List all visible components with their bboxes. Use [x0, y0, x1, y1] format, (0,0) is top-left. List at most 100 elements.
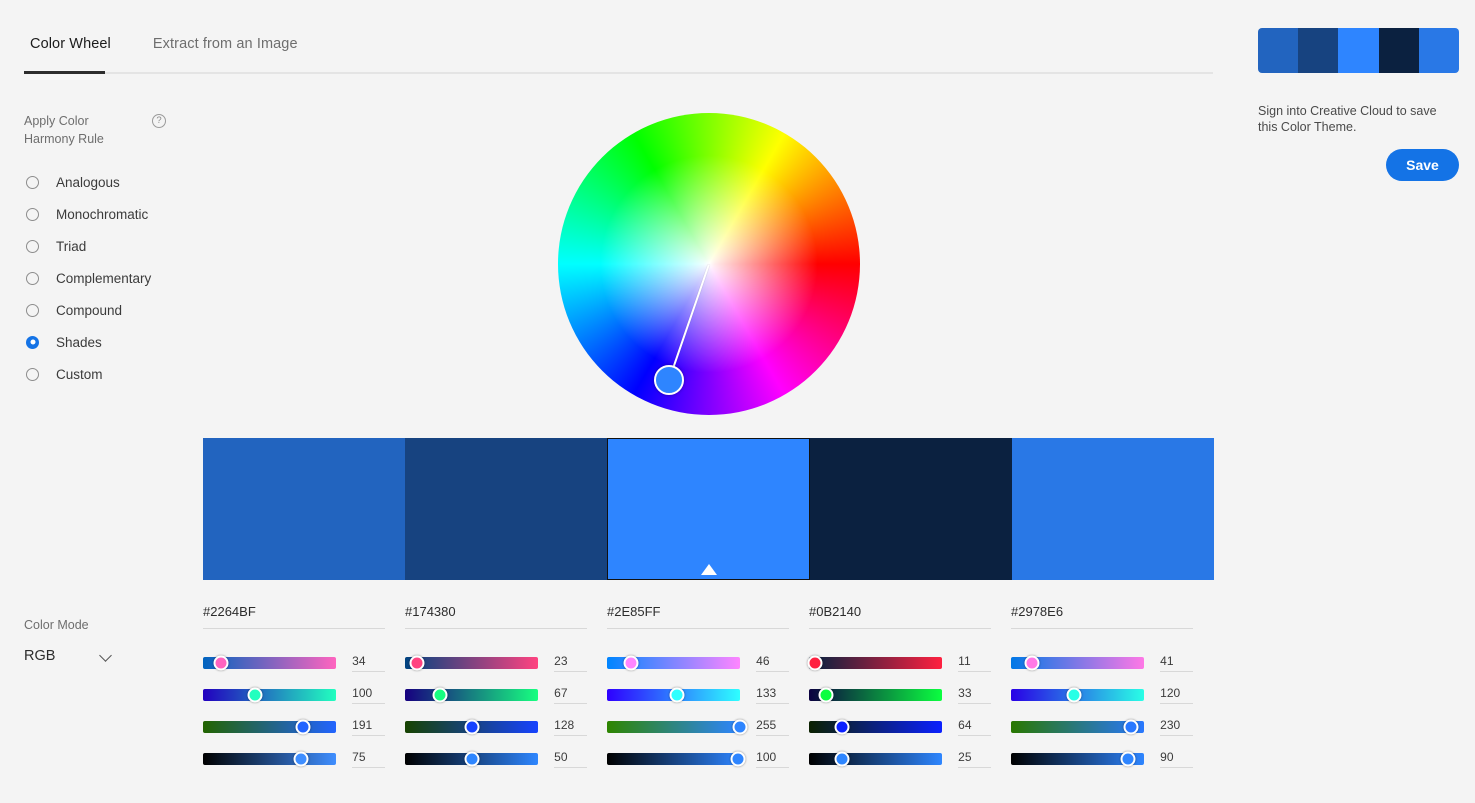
slider-handle-b[interactable] — [834, 719, 850, 735]
slider-handle-r[interactable] — [409, 655, 425, 671]
slider-handle-b[interactable] — [1123, 719, 1139, 735]
slider-track-b[interactable] — [809, 719, 943, 735]
hex-input[interactable]: #0B2140 — [809, 604, 991, 629]
swatch-0b2140[interactable] — [809, 438, 1012, 580]
slider-row-k: 100 — [607, 743, 789, 775]
slider-handle-r[interactable] — [1024, 655, 1040, 671]
harmony-option-label: Shades — [56, 334, 102, 350]
slider-value-r[interactable]: 34 — [352, 654, 385, 672]
slider-value-r[interactable]: 23 — [554, 654, 587, 672]
slider-handle-g[interactable] — [1066, 687, 1082, 703]
slider-handle-g[interactable] — [818, 687, 834, 703]
slider-value-g[interactable]: 120 — [1160, 686, 1193, 704]
slider-track-k[interactable] — [607, 751, 745, 767]
harmony-option-compound[interactable]: Compound — [24, 294, 254, 326]
slider-handle-k[interactable] — [1120, 751, 1136, 767]
radio-icon — [26, 303, 39, 317]
harmony-option-custom[interactable]: Custom — [24, 358, 254, 390]
tab-extract-from-an-image[interactable]: Extract from an Image — [147, 36, 304, 68]
slider-row-g: 67 — [405, 679, 587, 711]
slider-track-b[interactable] — [607, 719, 748, 735]
slider-track-r[interactable] — [1011, 655, 1145, 671]
slider-value-g[interactable]: 100 — [352, 686, 385, 704]
slider-handle-r[interactable] — [623, 655, 639, 671]
harmony-option-shades[interactable]: Shades — [24, 326, 254, 358]
slider-value-b[interactable]: 128 — [554, 718, 587, 736]
slider-value-k[interactable]: 25 — [958, 750, 991, 768]
slider-handle-b[interactable] — [295, 719, 311, 735]
slider-value-k[interactable]: 75 — [352, 750, 385, 768]
swatch-bar — [203, 438, 1215, 580]
harmony-option-complementary[interactable]: Complementary — [24, 262, 254, 294]
slider-track-g[interactable] — [1011, 687, 1145, 703]
save-button[interactable]: Save — [1386, 149, 1459, 181]
slider-handle-r[interactable] — [213, 655, 229, 671]
slider-handle-g[interactable] — [432, 687, 448, 703]
slider-value-r[interactable]: 41 — [1160, 654, 1193, 672]
slider-handle-g[interactable] — [669, 687, 685, 703]
swatch-2978e6[interactable] — [1011, 438, 1215, 580]
slider-track-k[interactable] — [1011, 751, 1145, 767]
tab-divider — [24, 72, 1213, 74]
slider-track-g[interactable] — [203, 687, 337, 703]
slider-track-b[interactable] — [1011, 719, 1145, 735]
slider-value-g[interactable]: 33 — [958, 686, 991, 704]
slider-row-r: 46 — [607, 647, 789, 679]
slider-handle-b[interactable] — [464, 719, 480, 735]
hex-input[interactable]: #2E85FF — [607, 604, 789, 629]
swatch-2264bf[interactable] — [203, 438, 406, 580]
hex-input[interactable]: #174380 — [405, 604, 587, 629]
slider-track-k[interactable] — [809, 751, 943, 767]
slider-track-k[interactable] — [405, 751, 539, 767]
harmony-option-monochromatic[interactable]: Monochromatic — [24, 198, 254, 230]
tab-color-wheel[interactable]: Color Wheel — [24, 36, 117, 68]
swatch-174380[interactable] — [405, 438, 608, 580]
harmony-option-label: Analogous — [56, 174, 120, 190]
slider-value-r[interactable]: 11 — [958, 654, 991, 672]
slider-row-r: 41 — [1011, 647, 1193, 679]
slider-value-b[interactable]: 230 — [1160, 718, 1193, 736]
slider-handle-k[interactable] — [834, 751, 850, 767]
slider-track-r[interactable] — [807, 655, 943, 671]
slider-handle-g[interactable] — [247, 687, 263, 703]
slider-value-g[interactable]: 133 — [756, 686, 789, 704]
slider-handle-k[interactable] — [293, 751, 309, 767]
slider-row-r: 34 — [203, 647, 385, 679]
slider-track-g[interactable] — [405, 687, 539, 703]
harmony-option-analogous[interactable]: Analogous — [24, 166, 254, 198]
slider-handle-r[interactable] — [807, 655, 823, 671]
slider-track-k[interactable] — [203, 751, 337, 767]
slider-track-r[interactable] — [405, 655, 539, 671]
color-mode-label: Color Mode — [24, 618, 89, 632]
slider-track-r[interactable] — [607, 655, 741, 671]
slider-value-k[interactable]: 90 — [1160, 750, 1193, 768]
slider-value-r[interactable]: 46 — [756, 654, 789, 672]
hex-input[interactable]: #2978E6 — [1011, 604, 1193, 629]
slider-value-b[interactable]: 191 — [352, 718, 385, 736]
slider-track-g[interactable] — [607, 687, 741, 703]
harmony-option-triad[interactable]: Triad — [24, 230, 254, 262]
slider-row-b: 64 — [809, 711, 991, 743]
slider-handle-k[interactable] — [464, 751, 480, 767]
question-mark-icon[interactable]: ? — [152, 114, 166, 128]
color-wheel[interactable] — [558, 113, 860, 415]
radio-icon — [26, 207, 39, 221]
harmony-option-label: Triad — [56, 238, 87, 254]
slider-value-g[interactable]: 67 — [554, 686, 587, 704]
slider-handle-b[interactable] — [732, 719, 748, 735]
slider-track-g[interactable] — [809, 687, 943, 703]
slider-track-b[interactable] — [405, 719, 539, 735]
hex-input[interactable]: #2264BF — [203, 604, 385, 629]
slider-value-b[interactable]: 64 — [958, 718, 991, 736]
slider-track-r[interactable] — [203, 655, 337, 671]
slider-value-k[interactable]: 50 — [554, 750, 587, 768]
slider-value-b[interactable]: 255 — [756, 718, 789, 736]
slider-handle-k[interactable] — [730, 751, 745, 767]
slider-value-k[interactable]: 100 — [756, 750, 789, 768]
chevron-down-icon — [101, 651, 112, 662]
wheel-handle[interactable] — [654, 365, 684, 395]
radio-icon — [26, 175, 39, 189]
slider-track-b[interactable] — [203, 719, 337, 735]
color-mode-select[interactable]: RGB — [24, 648, 174, 664]
swatch-2e85ff[interactable] — [607, 438, 810, 580]
